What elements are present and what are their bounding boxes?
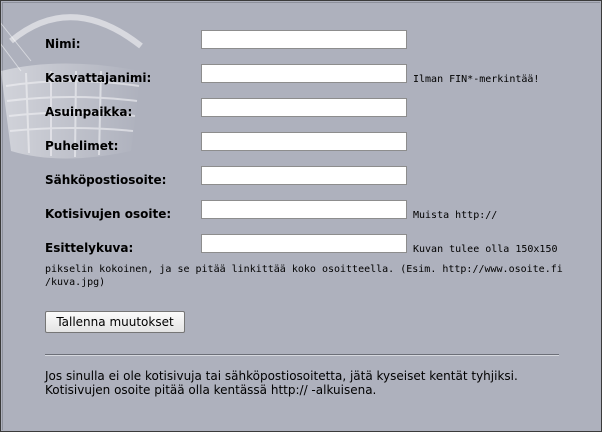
save-changes-button[interactable]: Tallenna muutokset [45, 311, 185, 333]
form-row-nimi: Nimi: [45, 30, 545, 59]
homepage-hint: Muista http:// [413, 210, 498, 221]
breeder-name-hint: Ilman FIN*-merkintää! [413, 74, 540, 85]
field-label: Sähköpostiosoite: [45, 173, 167, 187]
email-input[interactable] [201, 166, 407, 185]
form-row-esittelykuva: Esittelykuva: Kuvan tulee olla 150x150 [45, 234, 565, 263]
field-label: Kasvattajanimi: [45, 71, 152, 85]
note-line: Kotisivujen osoite pitää olla kentässä h… [45, 383, 377, 397]
form-row-asuinpaikka: Asuinpaikka: [45, 98, 545, 127]
profile-image-input[interactable] [201, 234, 407, 253]
profile-image-hint-continued: pikselin kokoinen, ja se pitää linkittää… [45, 263, 565, 289]
hint-line: pikselin kokoinen, ja se pitää linkittää… [45, 264, 563, 275]
breeder-name-input[interactable] [201, 64, 407, 83]
field-label: Asuinpaikka: [45, 105, 133, 119]
field-label: Nimi: [45, 37, 81, 51]
homepage-input[interactable] [201, 200, 407, 219]
field-label: Kotisivujen osoite: [45, 207, 172, 221]
form-row-puhelimet: Puhelimet: [45, 132, 545, 161]
footer-note: Jos sinulla ei ole kotisivuja tai sähköp… [45, 369, 585, 397]
form-row-kotisivu: Kotisivujen osoite: Muista http:// [45, 200, 565, 229]
profile-form-panel: Nimi: Kasvattajanimi: Ilman FIN*-merkint… [0, 0, 602, 432]
divider [45, 354, 559, 356]
form-row-sahkoposti: Sähköpostiosoite: [45, 166, 545, 195]
name-input[interactable] [201, 30, 407, 49]
field-label: Esittelykuva: [45, 241, 134, 255]
note-line: Jos sinulla ei ole kotisivuja tai sähköp… [45, 369, 518, 383]
phones-input[interactable] [201, 132, 407, 151]
hint-line: /kuva.jpg) [45, 277, 106, 288]
profile-image-hint: Kuvan tulee olla 150x150 [413, 244, 558, 255]
location-input[interactable] [201, 98, 407, 117]
form-row-kasvattajanimi: Kasvattajanimi: Ilman FIN*-merkintää! [45, 64, 565, 93]
field-label: Puhelimet: [45, 139, 119, 153]
